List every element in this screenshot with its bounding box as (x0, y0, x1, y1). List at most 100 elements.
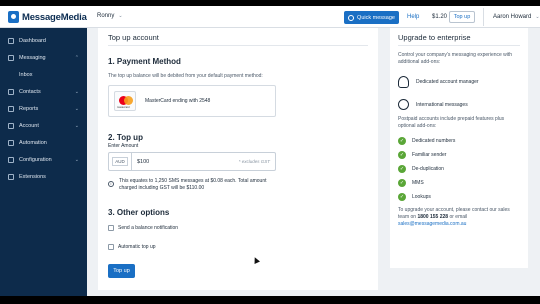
sidebar-item-label: Extensions (19, 173, 46, 180)
payment-method-note: The top up balance will be debited from … (108, 73, 263, 79)
automatic-top-up-label: Automatic top up (118, 244, 156, 250)
amount-label: Enter Amount (108, 143, 139, 149)
person-icon (398, 76, 409, 88)
logo[interactable]: MessageMedia (8, 11, 87, 23)
sales-phone: 1800 155 228 (417, 214, 449, 220)
top-up-header-button[interactable]: Top up (449, 11, 475, 23)
balance-notification-option[interactable]: Send a balance notification (108, 225, 178, 231)
mastercard-logo-text: mastercard (117, 106, 130, 109)
check-icon: ✓ (398, 151, 406, 159)
feature-label: Dedicated account manager (416, 79, 479, 85)
extensions-icon (8, 173, 14, 180)
top-bar: MessageMedia Ronny ⌄ Quick message Help … (0, 6, 540, 28)
check-item: ✓ MMS (398, 179, 424, 187)
check-label: De-duplication (412, 166, 444, 172)
mouse-cursor-icon (252, 256, 260, 264)
chevron-down-icon: ⌄ (74, 156, 79, 163)
feature-account-manager: Dedicated account manager (398, 76, 479, 88)
check-icon: ✓ (398, 179, 406, 187)
sidebar-item-label: Contacts (19, 88, 41, 95)
gst-note: * excludes GST (238, 159, 270, 164)
chevron-up-icon: ⌃ (74, 54, 79, 61)
account-selector[interactable]: Ronny ⌄ (97, 13, 123, 19)
payment-method-card[interactable]: mastercard MasterCard ending with 2548 (108, 85, 276, 117)
sidebar-item-label: Account (19, 122, 39, 129)
app-frame: MessageMedia Ronny ⌄ Quick message Help … (0, 6, 540, 296)
currency-label: AUD (112, 157, 128, 166)
quick-message-button[interactable]: Quick message (344, 11, 399, 24)
dashboard-icon (8, 37, 14, 44)
help-link[interactable]: Help (407, 14, 419, 20)
message-icon (348, 14, 355, 21)
card-description: MasterCard ending with 2548 (145, 98, 211, 104)
user-menu[interactable]: Aaron Howard ⌄ (493, 14, 540, 20)
balance-notification-checkbox[interactable] (108, 225, 114, 231)
mastercard-logo-icon: mastercard (114, 91, 136, 111)
info-icon: i (108, 181, 114, 187)
logo-text: MessageMedia (22, 11, 87, 23)
sidebar-item-contacts[interactable]: Contacts ⌄ (0, 83, 87, 100)
postpaid-text: Postpaid accounts include prepaid featur… (398, 116, 505, 129)
account-name: Ronny (97, 13, 115, 19)
reports-icon (8, 105, 14, 112)
quick-message-label: Quick message (357, 14, 395, 21)
sidebar-item-dashboard[interactable]: Dashboard (0, 32, 87, 49)
automatic-top-up-option[interactable]: Automatic top up (108, 244, 156, 250)
sidebar-item-label: Messaging (19, 54, 46, 61)
feature-label: International messages (416, 101, 468, 108)
sidebar-item-label: Configuration (19, 156, 52, 163)
enterprise-title: Upgrade to enterprise (398, 33, 471, 42)
top-up-submit-button[interactable]: Top up (108, 264, 135, 278)
contacts-icon (8, 88, 14, 95)
configuration-icon (8, 156, 14, 163)
sidebar-item-reports[interactable]: Reports ⌄ (0, 100, 87, 117)
chevron-down-icon: ⌄ (74, 122, 79, 129)
sidebar-item-inbox[interactable]: Inbox (0, 66, 87, 83)
currency-select[interactable]: AUD (109, 153, 131, 170)
contact-text: To upgrade your account, please contact … (398, 207, 522, 228)
check-icon: ✓ (398, 165, 406, 173)
check-label: MMS (412, 180, 424, 186)
check-label: Dedicated numbers (412, 138, 456, 144)
divider (398, 45, 520, 46)
enterprise-intro: Control your company's messaging experie… (398, 52, 513, 65)
check-label: Familiar sender (412, 152, 447, 158)
sidebar-item-label: Automation (19, 139, 47, 146)
chevron-down-icon: ⌄ (74, 105, 79, 112)
sidebar-item-configuration[interactable]: Configuration ⌄ (0, 151, 87, 168)
automation-icon (8, 139, 14, 146)
sidebar-item-label: Inbox (19, 71, 33, 78)
sidebar-item-label: Dashboard (19, 37, 46, 44)
sidebar-item-messaging[interactable]: Messaging ⌃ (0, 49, 87, 66)
contact-middle: or email (449, 214, 468, 220)
top-up-heading: 2. Top up (108, 133, 143, 142)
check-icon: ✓ (398, 193, 406, 201)
payment-method-heading: 1. Payment Method (108, 57, 181, 66)
amount-field-group: AUD * excludes GST (108, 152, 276, 171)
sidebar-item-account[interactable]: Account ⌄ (0, 117, 87, 134)
divider (108, 45, 368, 46)
sidebar-item-extensions[interactable]: Extensions (0, 168, 87, 185)
check-item: ✓ Familiar sender (398, 151, 446, 159)
sidebar-item-label: Reports (19, 105, 39, 112)
check-label: Lookups (412, 194, 431, 200)
chevron-down-icon: ⌄ (74, 88, 79, 95)
messagemedia-logo-icon (8, 11, 19, 23)
chevron-down-icon: ⌄ (535, 14, 540, 20)
sidebar: Dashboard Messaging ⌃ Inbox Contacts ⌄ R… (0, 28, 87, 296)
chevron-down-icon: ⌄ (118, 13, 123, 19)
feature-international: International messages (398, 99, 468, 110)
balance-notification-label: Send a balance notification (118, 225, 179, 231)
check-item: ✓ Lookups (398, 193, 431, 201)
sidebar-item-automation[interactable]: Automation (0, 134, 87, 151)
check-item: ✓ De-duplication (398, 165, 444, 173)
sales-email-link[interactable]: sales@messagemedia.com.au (398, 221, 466, 227)
automatic-top-up-checkbox[interactable] (108, 244, 114, 250)
check-icon: ✓ (398, 137, 406, 145)
other-options-heading: 3. Other options (108, 208, 170, 217)
messaging-icon (8, 54, 14, 61)
check-item: ✓ Dedicated numbers (398, 137, 455, 145)
globe-icon (398, 99, 409, 110)
account-icon (8, 122, 14, 129)
top-up-card: Top up account 1. Payment Method The top… (98, 28, 378, 290)
